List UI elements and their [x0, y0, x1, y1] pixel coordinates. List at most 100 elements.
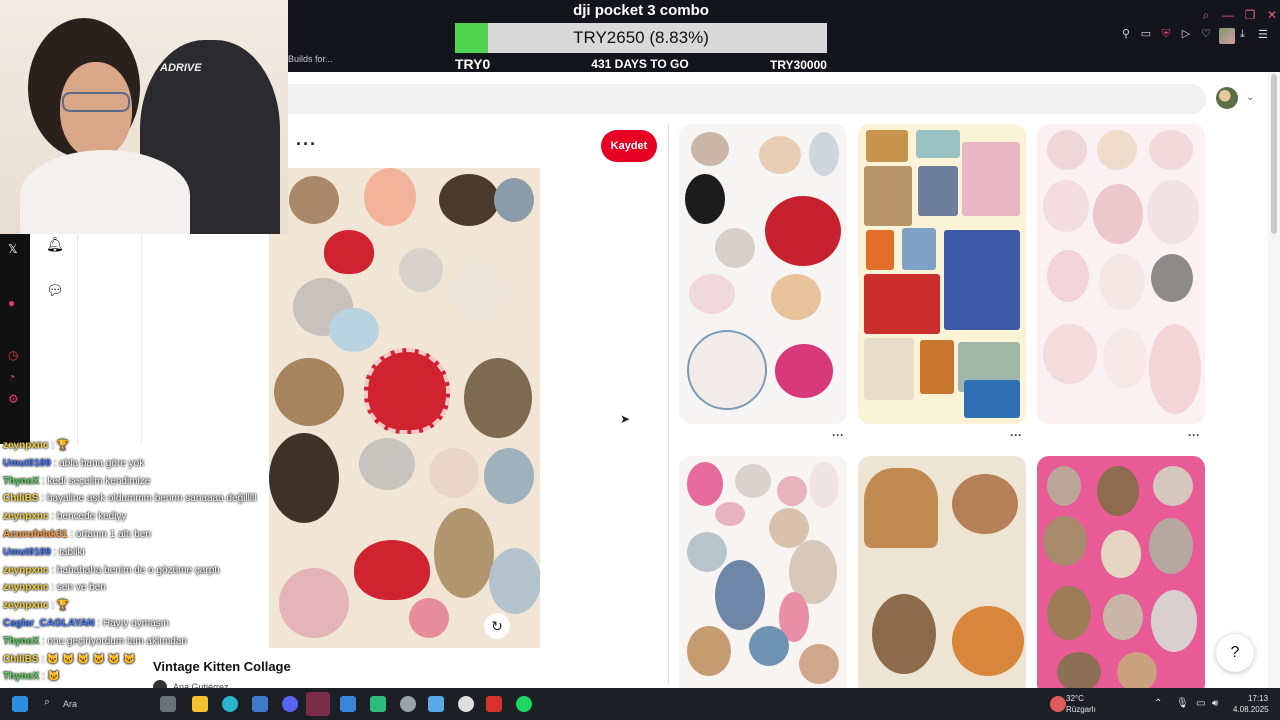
x-logo-icon[interactable]: 𝕏 — [8, 242, 18, 256]
streamer-webcam: ADRIVE — [0, 0, 288, 234]
close-icon[interactable]: ✕ — [1266, 8, 1278, 23]
chat-message: Caglar_CAGLAYAN : Hayıy oymaşın — [3, 618, 169, 629]
network-icon[interactable]: ▭ — [1196, 698, 1205, 709]
pin-icon[interactable]: ⚲ — [1120, 28, 1132, 40]
stream-goal-min: TRY0 — [455, 56, 491, 72]
user-avatar[interactable] — [1216, 87, 1238, 109]
chat-username[interactable]: ChiliBS — [3, 654, 39, 665]
stream-chat: zeynpxnc : 🏆 Umut0189 : abla bana göre yo… — [0, 440, 270, 700]
refresh-icon[interactable]: ↻ — [484, 613, 510, 639]
clock-time[interactable]: 17:13 — [1248, 694, 1268, 703]
more-options-button[interactable]: ··· — [296, 134, 317, 155]
chat-username[interactable]: ThyneX — [3, 636, 39, 647]
message-icon[interactable]: 💬︎ — [46, 282, 64, 299]
related-pin[interactable] — [1037, 124, 1205, 424]
kitten-sticker — [439, 174, 499, 226]
weather-icon[interactable] — [1050, 696, 1066, 712]
related-pin[interactable] — [858, 456, 1026, 696]
volume-icon[interactable]: 🔊︎ — [1212, 698, 1218, 709]
scrollbar-thumb[interactable] — [1271, 74, 1277, 234]
play-icon[interactable]: ▷ — [1180, 28, 1192, 40]
record-icon[interactable]: ● — [8, 296, 15, 310]
shield-icon[interactable]: ⛨ — [1160, 28, 1172, 40]
chat-username[interactable]: Umut0189 — [3, 458, 51, 469]
chat-text: : sen ve ben — [51, 582, 106, 594]
chevron-down-icon[interactable]: ⌄ — [1246, 92, 1254, 103]
builds-tab-label[interactable]: Builds for... — [288, 54, 333, 64]
app-icon[interactable] — [252, 696, 268, 712]
save-button[interactable]: Kaydet — [601, 130, 657, 162]
shoe-sticker — [279, 568, 349, 638]
divider — [668, 124, 669, 684]
help-button[interactable]: ? — [1216, 634, 1254, 672]
search-icon[interactable]: ⌕ — [1200, 8, 1212, 23]
chat-username[interactable]: Caglar_CAGLAYAN — [3, 618, 95, 629]
kitten-sticker — [274, 358, 344, 426]
related-pin[interactable] — [858, 124, 1026, 424]
chat-username[interactable]: zeynpxnc — [3, 600, 49, 611]
weather-temp: 32°C — [1066, 694, 1084, 703]
app-icon[interactable] — [370, 696, 386, 712]
stream-goal-days: 431 DAYS TO GO — [591, 57, 689, 71]
pin-more-button[interactable]: ··· — [832, 428, 844, 442]
notepad-icon[interactable] — [428, 696, 444, 712]
chat-username[interactable]: zeynpxnc — [3, 511, 49, 522]
chat-text: : Hayıy oymaşın — [97, 618, 169, 629]
discord-icon[interactable] — [282, 696, 298, 712]
heart-sticker — [364, 348, 450, 434]
pin-more-button[interactable]: ··· — [1010, 428, 1022, 442]
spotify-icon[interactable] — [516, 696, 532, 712]
chat-icon[interactable]: ◔ — [8, 370, 15, 384]
chat-username[interactable]: zeynpxnc — [3, 582, 49, 593]
profile-avatar[interactable] — [1219, 28, 1235, 44]
teapot-sticker — [329, 308, 379, 352]
chat-username[interactable]: ThyneX — [3, 671, 39, 682]
minimize-icon[interactable]: — — [1222, 8, 1234, 23]
menu-icon[interactable]: ☰ — [1258, 28, 1268, 41]
heart-icon[interactable]: ♡ — [1200, 28, 1212, 40]
pin-image[interactable]: ↻ — [269, 168, 540, 648]
chat-text: : 🏆 — [51, 440, 70, 451]
clock-date[interactable]: 4.08.2025 — [1233, 705, 1269, 714]
chat-message: ChiliBS : hayaline aşık oldummm bennn sa… — [3, 493, 256, 504]
download-icon[interactable]: ⤓ — [1240, 28, 1245, 41]
chat-username[interactable]: ThyneX — [3, 476, 39, 487]
chat-message: zeynpxnc : sen ve ben — [3, 582, 106, 593]
windows-start-icon[interactable] — [12, 696, 28, 712]
file-explorer-icon[interactable] — [192, 696, 208, 712]
microphone-icon[interactable]: 🎙︎ — [1176, 698, 1189, 709]
taskbar-search-label[interactable]: Ara — [63, 699, 77, 709]
maximize-icon[interactable]: ❐ — [1244, 8, 1256, 23]
gear-icon[interactable]: ⚙ — [8, 392, 19, 406]
chat-username[interactable]: zeynpxnc — [3, 440, 49, 451]
widget-icon[interactable] — [160, 696, 176, 712]
app-icon[interactable] — [340, 696, 356, 712]
active-app-icon[interactable] — [306, 692, 330, 716]
chat-username[interactable]: ChiliBS — [3, 493, 39, 504]
history-icon[interactable]: ◷ — [8, 348, 18, 362]
window-controls: ⌕ — ❐ ✕ — [1200, 8, 1278, 23]
chat-username[interactable]: Umut0189 — [3, 547, 51, 558]
bell-icon[interactable]: 🔔︎ — [46, 236, 64, 253]
settings-icon[interactable] — [400, 696, 416, 712]
weather-desc: Rüzgarlı — [1066, 705, 1096, 714]
related-pin[interactable] — [679, 456, 847, 696]
chevron-up-icon[interactable]: ⌃ — [1154, 698, 1162, 709]
obs-icon[interactable] — [458, 696, 474, 712]
pin-more-button[interactable]: ··· — [1188, 428, 1200, 442]
chat-username[interactable]: zeynpxnc — [3, 565, 49, 576]
extension-sidebar: 𝕏 ● ◷ ◔ ⚙ — [0, 234, 30, 444]
related-pin[interactable] — [679, 124, 847, 424]
chat-username[interactable]: Acucufelak31 — [3, 529, 67, 540]
chat-text: : onu geçiriyordum tam aklımdan — [41, 635, 187, 647]
chat-text: : hayaline aşık oldummm bennn sanaaaa de… — [41, 493, 257, 505]
app-icon[interactable] — [486, 696, 502, 712]
search-input[interactable] — [288, 84, 1206, 114]
edge-browser-icon[interactable] — [222, 696, 238, 712]
search-icon[interactable]: ⌕ — [44, 696, 60, 712]
related-pin[interactable] — [1037, 456, 1205, 696]
kitten-sticker — [449, 260, 509, 322]
screenshot-icon[interactable]: ▭ — [1140, 28, 1152, 40]
chat-message: ThyneX : kedi seçelim kendimize — [3, 476, 150, 487]
chat-text: : 🐱 🐱 🐱 🐱 🐱 🐱 — [41, 653, 136, 665]
